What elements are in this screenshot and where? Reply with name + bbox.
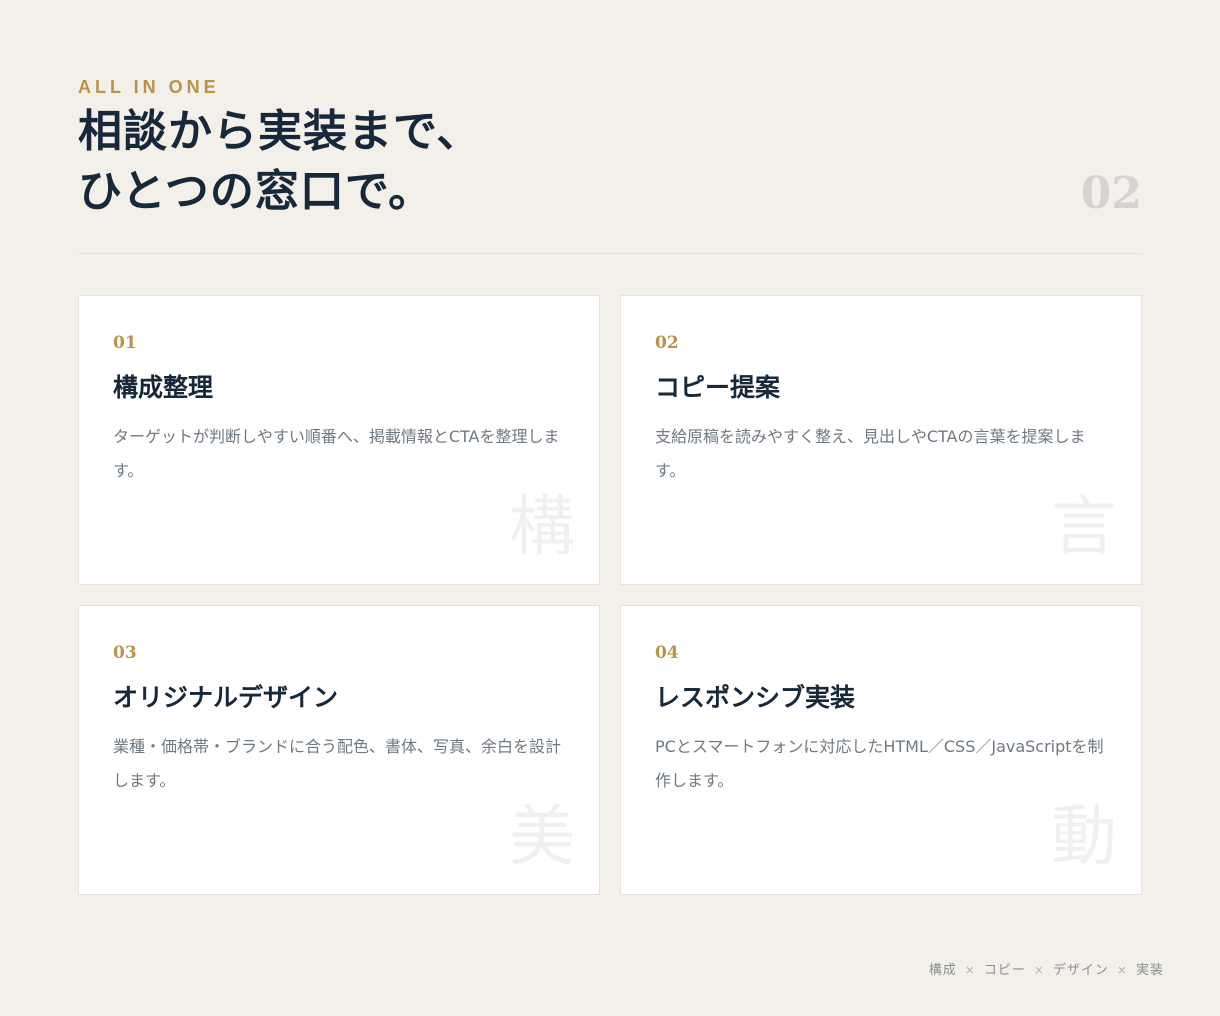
card-number: 04 bbox=[655, 643, 679, 663]
footer-keyword: コピー bbox=[983, 963, 1026, 978]
card-watermark-kanji: 構 bbox=[509, 488, 575, 565]
card-title: オリジナルデザイン bbox=[113, 683, 339, 712]
service-card-copy: 02 コピー提案 支給原稿を読みやすく整え、見出しやCTAの言葉を提案します。 … bbox=[620, 295, 1142, 585]
card-description: 支給原稿を読みやすく整え、見出しやCTAの言葉を提案します。 bbox=[655, 427, 1086, 480]
footer-separator: × bbox=[964, 963, 976, 977]
footer-separator: × bbox=[1116, 963, 1128, 977]
card-number: 01 bbox=[113, 333, 137, 353]
section-title-line-2: ひとつの窓口で。 bbox=[78, 166, 434, 217]
card-watermark-kanji: 美 bbox=[509, 798, 575, 875]
section-header: ALL IN ONE 相談から実装まで、 ひとつの窓口で。 02 bbox=[78, 76, 1142, 254]
eyebrow-label: ALL IN ONE bbox=[78, 77, 220, 97]
footer-separator: × bbox=[1033, 963, 1045, 977]
service-cards: 01 構成整理 ターゲットが判断しやすい順番へ、掲載情報とCTAを整理します。 … bbox=[78, 295, 1142, 895]
card-title: コピー提案 bbox=[655, 373, 781, 402]
card-title: レスポンシブ実装 bbox=[655, 683, 856, 712]
card-watermark-kanji: 動 bbox=[1051, 798, 1117, 875]
service-card-design: 03 オリジナルデザイン 業種・価格帯・ブランドに合う配色、書体、写真、余白を設… bbox=[78, 605, 600, 895]
section-title-line-1: 相談から実装まで、 bbox=[78, 106, 482, 157]
card-number: 03 bbox=[113, 643, 137, 663]
card-number: 02 bbox=[655, 333, 679, 353]
service-card-structure: 01 構成整理 ターゲットが判断しやすい順番へ、掲載情報とCTAを整理します。 … bbox=[78, 295, 600, 585]
card-title: 構成整理 bbox=[113, 373, 214, 402]
card-description: 業種・価格帯・ブランドに合う配色、書体、写真、余白を設計します。 bbox=[113, 737, 562, 790]
card-watermark-kanji: 言 bbox=[1051, 488, 1117, 565]
service-card-implementation: 04 レスポンシブ実装 PCとスマートフォンに対応したHTML／CSS／Java… bbox=[620, 605, 1142, 895]
section-title: 相談から実装まで、 ひとつの窓口で。 bbox=[78, 102, 481, 222]
footer-keyword: 構成 bbox=[928, 963, 957, 978]
section-number: 02 bbox=[1080, 168, 1142, 219]
footer-keywords: 構成 × コピー × デザイン × 実装 bbox=[929, 960, 1164, 981]
footer-keyword: デザイン bbox=[1052, 963, 1109, 978]
footer-keyword: 実装 bbox=[1135, 963, 1164, 978]
card-description: ターゲットが判断しやすい順番へ、掲載情報とCTAを整理します。 bbox=[113, 427, 560, 480]
card-description: PCとスマートフォンに対応したHTML／CSS／JavaScriptを制作します… bbox=[655, 737, 1104, 790]
